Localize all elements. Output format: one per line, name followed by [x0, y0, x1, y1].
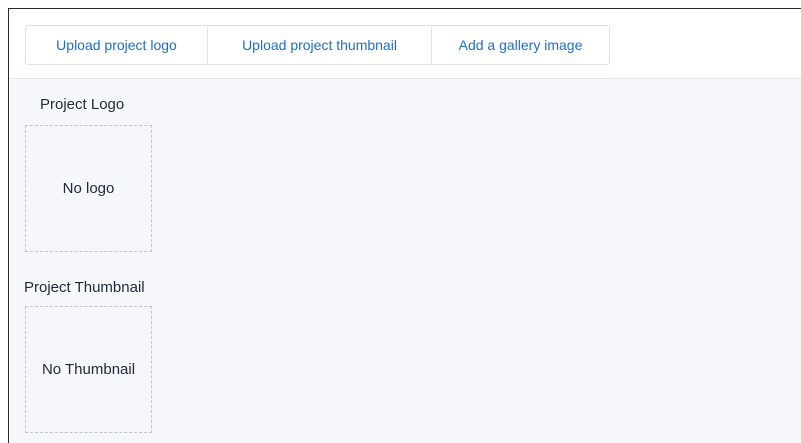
project-logo-placeholder: No logo: [25, 125, 152, 252]
add-gallery-image-button[interactable]: Add a gallery image: [431, 25, 610, 65]
upload-project-logo-button[interactable]: Upload project logo: [25, 25, 208, 65]
no-thumbnail-text: No Thumbnail: [41, 361, 136, 378]
media-panel: Upload project logo Upload project thumb…: [8, 8, 801, 443]
project-thumbnail-heading: Project Thumbnail: [24, 279, 145, 296]
project-logo-heading: Project Logo: [40, 96, 125, 113]
upload-project-thumbnail-button[interactable]: Upload project thumbnail: [207, 25, 432, 65]
no-logo-text: No logo: [62, 180, 115, 197]
upload-toolbar: Upload project logo Upload project thumb…: [9, 9, 801, 79]
project-thumbnail-placeholder: No Thumbnail: [25, 306, 152, 433]
upload-button-group: Upload project logo Upload project thumb…: [25, 25, 801, 65]
